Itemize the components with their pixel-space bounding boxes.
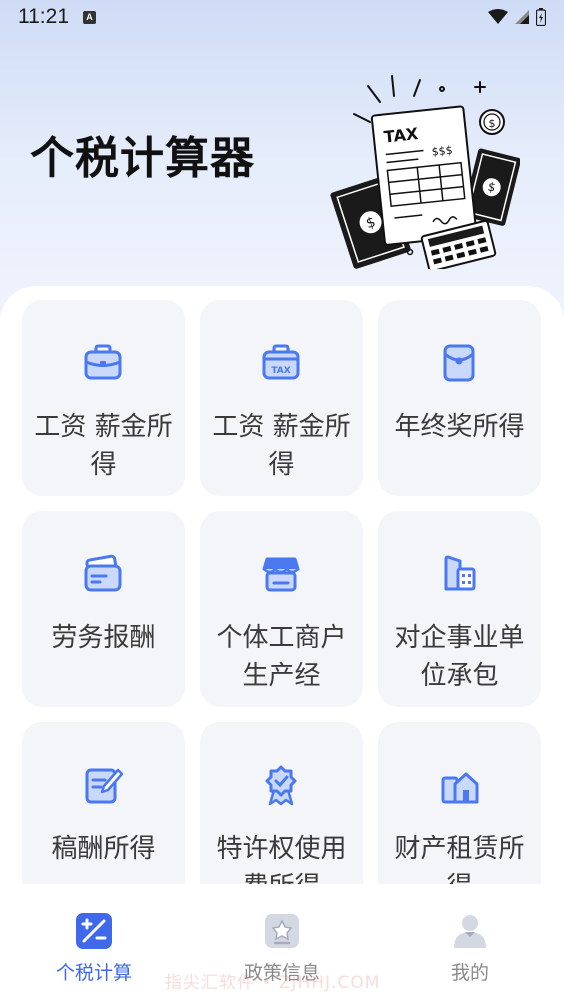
category-tile-labor[interactable]: 劳务报酬 [22,511,185,707]
tax-briefcase-icon: TAX [262,344,300,380]
category-tile-rental[interactable]: 财产租赁所得 [378,722,541,884]
storefront-icon [262,557,300,592]
category-tile-salary-tax[interactable]: TAX 工资 薪金所得 [200,300,363,496]
category-label: 劳务报酬 [51,623,156,653]
calculator-icon [76,913,112,949]
category-tile-franchise[interactable]: 特许权使用费所得 [200,722,363,884]
status-bar: 11:21 A [0,0,564,34]
award-badge-icon [265,765,297,806]
building-icon [444,555,476,591]
category-label: 稿酬所得 [51,834,156,864]
category-tile-royalties[interactable]: 稿酬所得 [22,722,185,884]
watermark: 指尖汇软件 • ZJHHJ.COM [165,973,381,993]
document-edit-icon [85,768,124,804]
red-envelope-icon [443,344,475,382]
category-grid: 工资 薪金所得 TAX 工资 薪金所得 年终奖所得 劳务报酬 个体工商户生产经 … [22,300,542,884]
category-tile-business[interactable]: 个体工商户生产经 [200,511,363,707]
page-title: 个税计算器 [30,133,255,184]
svg-text:TAX: TAX [271,366,290,376]
briefcase-icon [84,344,122,380]
category-label: 工资 薪金所得 [212,412,351,480]
category-label: 年终奖所得 [394,412,525,442]
category-tile-salary[interactable]: 工资 薪金所得 [22,300,185,496]
nav-label: 我的 [450,962,489,984]
category-label: 个体工商户生产经 [216,623,347,691]
category-label: 财产租赁所得 [394,834,525,884]
category-label: 工资 薪金所得 [34,412,173,480]
wallet-card-icon [84,554,122,592]
cellular-signal-icon [515,10,529,24]
notification-icon: A [83,10,96,24]
category-label: 对企事业单位承包 [394,623,525,691]
category-label: 特许权使用费所得 [216,834,347,884]
wifi-icon [488,9,508,24]
category-tile-year-end-bonus[interactable]: 年终奖所得 [378,300,541,496]
svg-text:$: $ [489,117,496,130]
dollar-text: $$$ [431,144,453,159]
tax-illustration: $ $ TAX $$$ $ [330,75,520,269]
nav-tab-profile[interactable]: 我的 [410,912,530,985]
profile-icon [454,915,486,948]
battery-icon [536,8,546,26]
policy-star-icon [265,914,299,948]
nav-label: 个税计算 [55,962,132,984]
status-icons [488,8,546,26]
status-time: 11:21 [18,5,69,28]
nav-tab-tax-calculator[interactable]: 个税计算 [34,912,154,985]
category-tile-contract[interactable]: 对企事业单位承包 [378,511,541,707]
house-rental-icon [441,772,479,804]
tax-text: TAX [383,124,420,147]
